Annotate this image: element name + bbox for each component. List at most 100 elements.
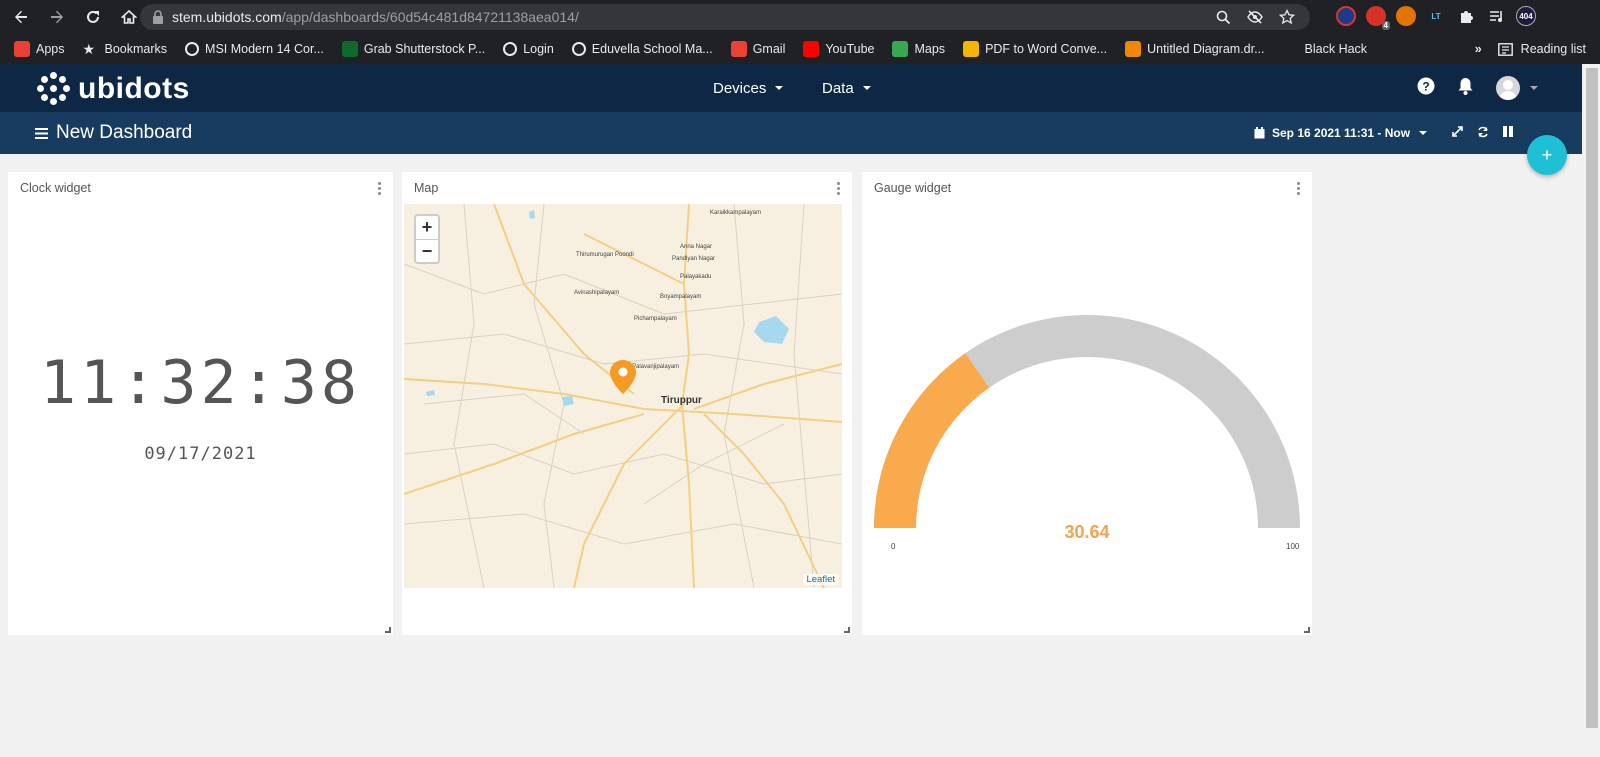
url-host: stem.ubidots.com: [172, 9, 282, 25]
pdf-icon: [963, 41, 980, 57]
star-icon: ★: [82, 41, 96, 57]
globe-icon: [503, 42, 518, 56]
map-canvas[interactable]: Tiruppur Karaikkampalayam Thirumurugan P…: [404, 204, 842, 588]
tracking-blocked-eye-icon[interactable]: [1246, 8, 1264, 26]
hamburger-menu-icon: [35, 127, 48, 139]
gauge-min-label: 0: [891, 542, 896, 551]
bookmark-item[interactable]: MSI Modern 14 Cor...: [185, 42, 324, 56]
zoom-magnifier-icon[interactable]: [1214, 8, 1232, 26]
bookmark-item[interactable]: Login: [503, 42, 554, 56]
leaflet-attribution-link[interactable]: Leaflet: [803, 574, 838, 585]
bookmark-item[interactable]: Grab Shutterstock P...: [341, 41, 486, 57]
extensions-puzzle-icon[interactable]: [1456, 6, 1476, 26]
reload-icon[interactable]: [78, 2, 108, 32]
clock-time: 11:32:38: [40, 348, 361, 418]
map-marker-icon[interactable]: [610, 360, 636, 394]
devices-menu[interactable]: Devices: [713, 64, 784, 112]
address-bar[interactable]: stem.ubidots.com/app/dashboards/60d54c48…: [140, 4, 1310, 30]
user-menu[interactable]: [1496, 76, 1538, 100]
data-menu[interactable]: Data: [822, 64, 871, 112]
url-path: /app/dashboards/60d54c481d84721138aea014…: [281, 9, 579, 25]
map-place-label: Karaikkampalayam: [710, 210, 762, 216]
page-scrollbar[interactable]: [1584, 64, 1600, 757]
data-menu-label: Data: [822, 79, 854, 97]
bookmark-label: Bookmarks: [104, 42, 168, 56]
scroll-thumb[interactable]: [1586, 68, 1598, 728]
map-place-label: Avinashipalayam: [574, 290, 620, 296]
svg-text:?: ?: [1422, 79, 1429, 93]
devices-menu-label: Devices: [713, 79, 767, 97]
zoom-in-button[interactable]: +: [416, 216, 438, 239]
reading-list-button[interactable]: Reading list: [1497, 42, 1586, 56]
blank-icon: [1282, 41, 1299, 57]
extension-notification-icon[interactable]: 4: [1366, 6, 1390, 30]
bookmark-item[interactable]: YouTube: [803, 41, 874, 57]
more-bookmarks-chevron-icon[interactable]: »: [1475, 42, 1482, 56]
bookmark-item[interactable]: Eduvella School Ma...: [571, 42, 713, 56]
forward-icon[interactable]: [42, 2, 72, 32]
map-place-label: Thirumurugan Poondi: [576, 252, 634, 258]
map-place-label: Boyampalayam: [660, 294, 702, 300]
bookmarks-right: » Reading list: [1475, 34, 1586, 64]
youtube-icon: [803, 41, 820, 57]
logo-dots-icon: [37, 72, 71, 106]
bookmark-label: PDF to Word Conve...: [985, 42, 1108, 56]
calendar-icon: [1254, 127, 1265, 139]
resize-handle[interactable]: [1304, 627, 1310, 633]
ubidots-logo[interactable]: ubidots: [37, 72, 190, 106]
bookmark-item[interactable]: ★ Bookmarks: [83, 41, 168, 57]
maps-icon: [892, 41, 909, 57]
resize-handle[interactable]: [385, 627, 391, 633]
bookmark-item[interactable]: Apps: [14, 41, 65, 57]
apps-grid-icon: [14, 41, 30, 57]
chevron-down-icon: [1530, 86, 1538, 90]
refresh-icon[interactable]: [1477, 126, 1489, 141]
pause-icon[interactable]: [1503, 126, 1514, 140]
help-icon[interactable]: ?: [1417, 77, 1435, 100]
bookmark-label: Grab Shutterstock P...: [363, 42, 486, 56]
zoom-out-button[interactable]: −: [416, 239, 438, 262]
widget-menu-icon[interactable]: [378, 182, 381, 195]
bookmark-label: Login: [523, 42, 554, 56]
dashboard-title-button[interactable]: New Dashboard: [35, 112, 192, 154]
map-place-label: Palavanjipalayam: [632, 364, 680, 370]
bookmark-label: Untitled Diagram.dr...: [1147, 42, 1265, 56]
media-queue-icon[interactable]: [1486, 6, 1506, 26]
bookmark-star-icon[interactable]: [1278, 8, 1296, 26]
clock-date: 09/17/2021: [144, 444, 257, 464]
bookmark-label: Apps: [36, 42, 65, 56]
bookmark-label: MSI Modern 14 Cor...: [205, 42, 324, 56]
bookmark-item[interactable]: PDF to Word Conve...: [963, 41, 1107, 57]
widget-menu-icon[interactable]: [837, 182, 840, 195]
gmail-icon: [730, 41, 747, 57]
add-widget-button[interactable]: +: [1527, 135, 1567, 175]
gauge-max-label: 100: [1286, 542, 1300, 551]
map-place-label: Anna Nagar: [680, 244, 713, 250]
bookmark-item[interactable]: Untitled Diagram.dr...: [1125, 41, 1265, 57]
profile-avatar-icon[interactable]: 404: [1516, 6, 1536, 26]
map-tiles: [404, 204, 842, 588]
widget-title: Clock widget: [20, 181, 91, 195]
date-range-picker[interactable]: Sep 16 2021 11:31 - Now: [1272, 126, 1410, 140]
back-icon[interactable]: [6, 2, 36, 32]
extension-wifi-icon[interactable]: [1396, 6, 1416, 26]
bell-icon[interactable]: [1457, 77, 1474, 100]
extension-lt-icon[interactable]: LT: [1426, 6, 1446, 26]
bookmark-item[interactable]: Gmail: [730, 41, 785, 57]
gauge-value: 30.64: [1064, 522, 1110, 542]
url-text: stem.ubidots.com/app/dashboards/60d54c48…: [172, 9, 579, 25]
bookmark-item[interactable]: Maps: [892, 41, 945, 57]
chevron-down-icon: [862, 86, 871, 90]
fullscreen-icon[interactable]: [1452, 126, 1463, 140]
gauge-fill: [874, 353, 990, 528]
widget-menu-icon[interactable]: [1297, 182, 1300, 195]
chevron-down-icon: [1419, 131, 1428, 135]
app-header: ubidots Devices Data ?: [0, 64, 1582, 112]
globe-icon: [571, 42, 586, 56]
bookmark-item[interactable]: Black Hack: [1282, 41, 1368, 57]
extension-shield-icon[interactable]: [1336, 6, 1356, 26]
drawio-icon: [1125, 41, 1142, 57]
extension-badge: 4: [1381, 21, 1390, 30]
bookmark-label: Black Hack: [1304, 42, 1368, 56]
resize-handle[interactable]: [844, 627, 850, 633]
